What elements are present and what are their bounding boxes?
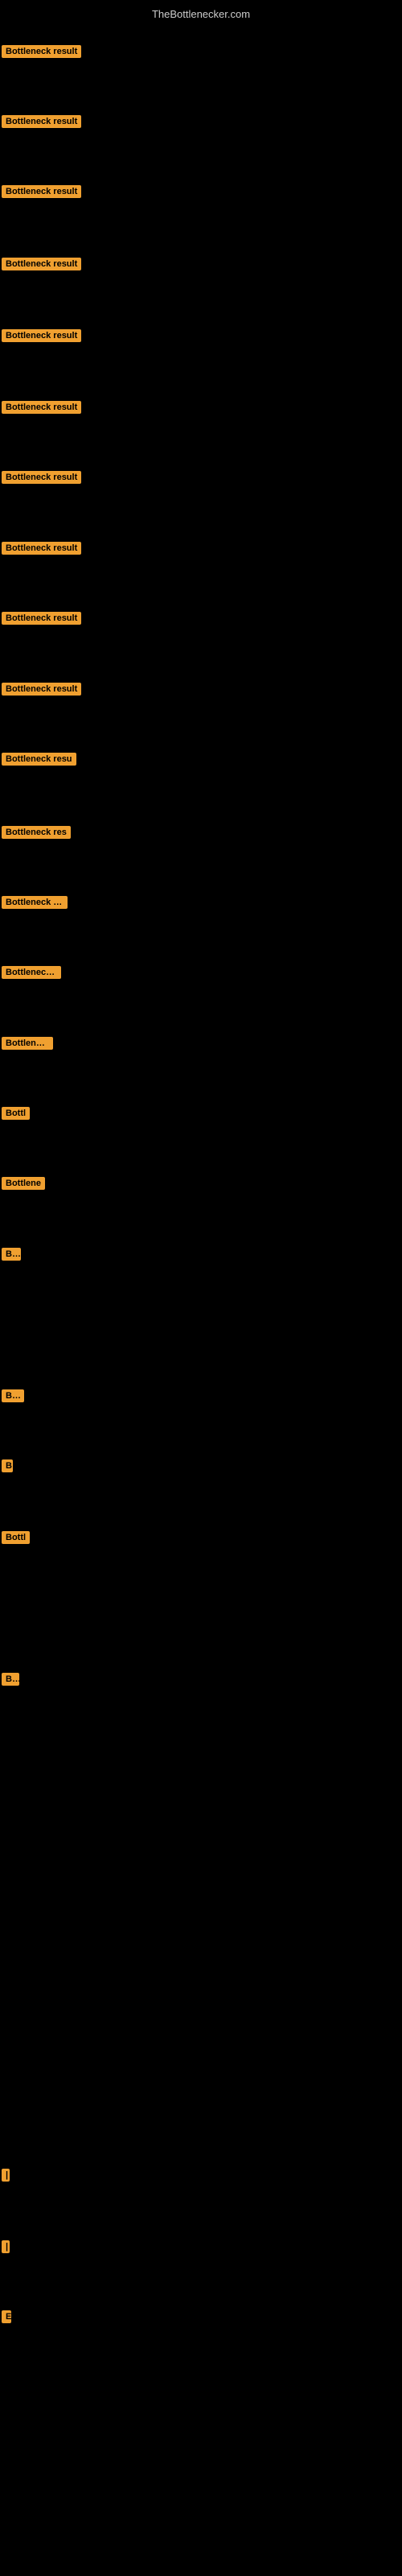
bottleneck-badge-21[interactable]: Bottl [2, 1531, 30, 1548]
bottleneck-badge-23[interactable]: | [2, 2169, 10, 2186]
bottleneck-badge-12[interactable]: Bottleneck res [2, 826, 71, 843]
badge-label-25: E [2, 2310, 11, 2323]
badge-label-2: Bottleneck result [2, 115, 81, 128]
badge-label-14: Bottleneck re [2, 966, 61, 979]
badge-label-16: Bottl [2, 1107, 30, 1120]
badge-label-7: Bottleneck result [2, 471, 81, 484]
bottleneck-badge-15[interactable]: Bottleneck [2, 1037, 53, 1054]
bottleneck-badge-13[interactable]: Bottleneck res [2, 896, 68, 913]
bottleneck-badge-17[interactable]: Bottlene [2, 1177, 45, 1194]
badge-label-20: B [2, 1459, 13, 1472]
badge-label-15: Bottleneck [2, 1037, 53, 1050]
bottleneck-badge-10[interactable]: Bottleneck result [2, 683, 81, 700]
badge-label-11: Bottleneck resu [2, 753, 76, 766]
bottleneck-badge-11[interactable]: Bottleneck resu [2, 753, 76, 770]
bottleneck-badge-3[interactable]: Bottleneck result [2, 185, 81, 202]
site-title: TheBottlenecker.com [0, 3, 402, 25]
bottleneck-badge-1[interactable]: Bottleneck result [2, 45, 81, 62]
bottleneck-badge-9[interactable]: Bottleneck result [2, 612, 81, 629]
badge-label-22: Bo [2, 1673, 19, 1686]
badge-label-10: Bottleneck result [2, 683, 81, 696]
badge-label-17: Bottlene [2, 1177, 45, 1190]
badge-label-3: Bottleneck result [2, 185, 81, 198]
badge-label-4: Bottleneck result [2, 258, 81, 270]
badge-label-5: Bottleneck result [2, 329, 81, 342]
bottleneck-badge-8[interactable]: Bottleneck result [2, 542, 81, 559]
bottleneck-badge-5[interactable]: Bottleneck result [2, 329, 81, 346]
bottleneck-badge-14[interactable]: Bottleneck re [2, 966, 61, 983]
badge-label-19: Bot [2, 1389, 24, 1402]
bottleneck-badge-6[interactable]: Bottleneck result [2, 401, 81, 418]
badge-label-1: Bottleneck result [2, 45, 81, 58]
bottleneck-badge-7[interactable]: Bottleneck result [2, 471, 81, 488]
bottleneck-badge-18[interactable]: Bo [2, 1248, 21, 1265]
badge-label-24: | [2, 2240, 10, 2253]
bottleneck-badge-22[interactable]: Bo [2, 1673, 19, 1690]
bottleneck-badge-19[interactable]: Bot [2, 1389, 24, 1406]
badge-label-8: Bottleneck result [2, 542, 81, 555]
bottleneck-badge-2[interactable]: Bottleneck result [2, 115, 81, 132]
bottleneck-badge-25[interactable]: E [2, 2310, 11, 2327]
bottleneck-badge-20[interactable]: B [2, 1459, 13, 1476]
bottleneck-badge-4[interactable]: Bottleneck result [2, 258, 81, 275]
badge-label-23: | [2, 2169, 10, 2182]
bottleneck-badge-24[interactable]: | [2, 2240, 10, 2257]
badge-label-13: Bottleneck res [2, 896, 68, 909]
bottleneck-badge-16[interactable]: Bottl [2, 1107, 30, 1124]
badge-label-18: Bo [2, 1248, 21, 1261]
badge-label-6: Bottleneck result [2, 401, 81, 414]
badge-label-21: Bottl [2, 1531, 30, 1544]
badge-label-12: Bottleneck res [2, 826, 71, 839]
badge-label-9: Bottleneck result [2, 612, 81, 625]
